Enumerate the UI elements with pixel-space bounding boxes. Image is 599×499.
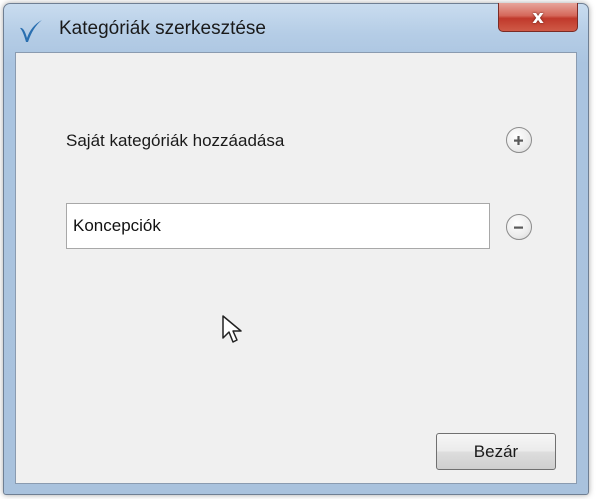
add-categories-label: Saját kategóriák hozzáadása: [66, 131, 285, 150]
remove-category-button[interactable]: [506, 214, 532, 240]
close-icon: x: [532, 6, 544, 28]
close-dialog-button[interactable]: Bezár: [436, 433, 556, 470]
minus-circle-icon: [514, 226, 523, 229]
title-bar[interactable]: Kategóriák szerkesztése x: [4, 3, 588, 54]
check-logo-icon: [20, 20, 42, 42]
add-category-button[interactable]: [506, 127, 532, 153]
window-title: Kategóriák szerkesztése: [59, 18, 266, 39]
dialog-content: Saját kategóriák hozzáadása Bezár: [15, 52, 577, 484]
category-name-input[interactable]: [66, 203, 490, 249]
plus-circle-icon: [514, 136, 523, 145]
dialog-window: Kategóriák szerkesztése x Saját kategóri…: [3, 3, 589, 495]
window-close-button[interactable]: x: [498, 3, 578, 32]
mouse-pointer-icon: [222, 315, 242, 343]
